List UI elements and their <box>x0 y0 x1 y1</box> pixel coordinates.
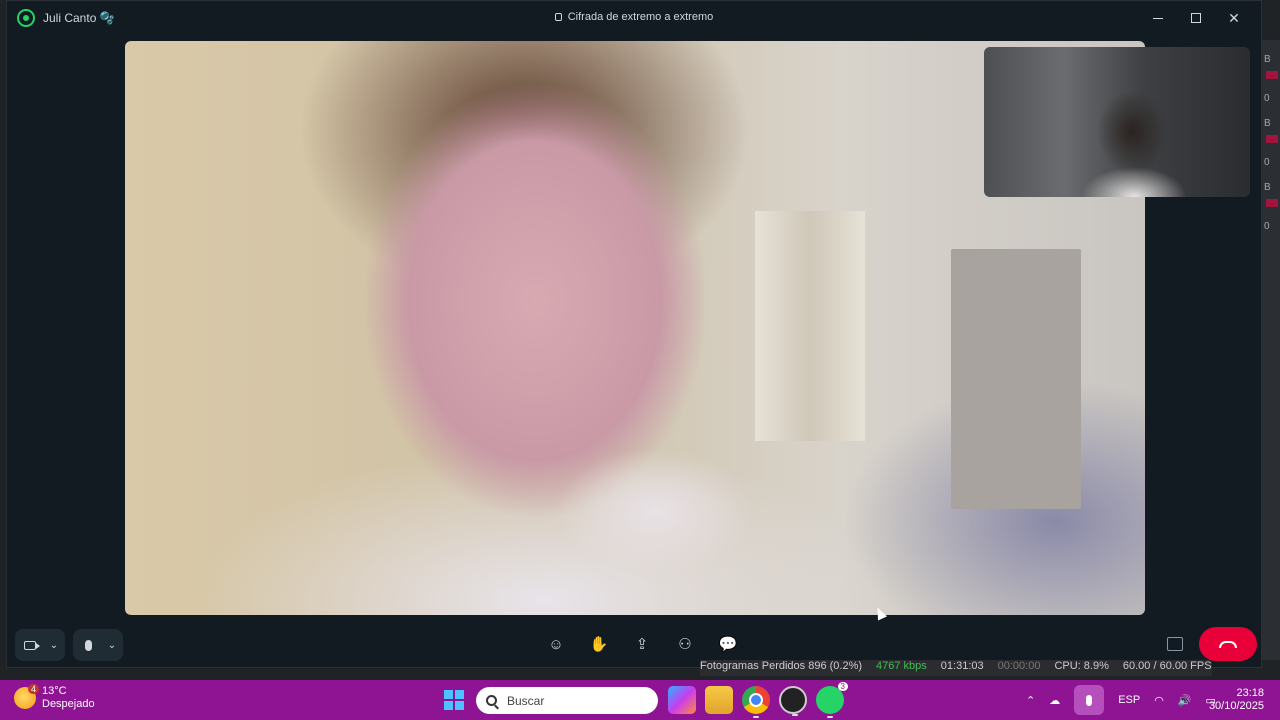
weather-badge: 4 <box>28 684 40 694</box>
chevron-down-icon: ⌄ <box>107 639 117 651</box>
dropped-frames: Fotogramas Perdidos 896 (0.2%) <box>700 660 863 672</box>
onedrive-icon[interactable]: ☁ <box>1049 694 1060 707</box>
background-app-edge: B 0 B 0 B 0 <box>1260 40 1280 660</box>
copilot-app-icon[interactable] <box>668 686 696 714</box>
title-bar: Juli Canto 🫧 Cifrada de extremo a extrem… <box>7 1 1261 35</box>
side-marker <box>1266 71 1278 79</box>
camera-group: ⌄ <box>15 629 65 661</box>
chat-button[interactable]: 💬 <box>713 629 743 659</box>
whatsapp-call-window: Juli Canto 🫧 Cifrada de extremo a extrem… <box>6 0 1262 668</box>
whatsapp-badge: 3 <box>837 682 848 691</box>
end-call-button[interactable] <box>1199 627 1257 661</box>
add-participant-button[interactable]: ⚇ <box>670 629 700 659</box>
time: 23:18 <box>1236 687 1264 699</box>
close-button[interactable]: ✕ <box>1215 5 1253 31</box>
windows-logo-tile <box>455 701 464 710</box>
raise-hand-button[interactable]: ✋ <box>584 629 614 659</box>
close-icon: ✕ <box>1228 9 1240 26</box>
window-controls: ✕ <box>1139 5 1253 31</box>
microphone-group: ⌄ <box>73 629 123 661</box>
emoji-icon: ☺ <box>548 635 564 653</box>
temperature: 13°C <box>42 685 67 697</box>
taskbar-search[interactable]: Buscar <box>476 687 658 714</box>
file-explorer-icon[interactable] <box>705 686 733 714</box>
obs-status-bar: Fotogramas Perdidos 896 (0.2%) 4767 kbps… <box>700 660 1212 676</box>
weather-text: 13°C Despejado <box>42 685 95 711</box>
microphone-toggle-button[interactable] <box>73 630 103 660</box>
camera-icon <box>24 640 40 650</box>
maximize-button[interactable] <box>1177 5 1215 31</box>
system-tray: ⌃ ☁ ESP ◠ 🔊 ▭ <box>1026 680 1216 720</box>
windows-logo-tile <box>444 701 453 710</box>
pinned-apps: 3 <box>668 682 848 718</box>
side-label: B <box>1264 118 1271 129</box>
chat-icon: 💬 <box>718 636 738 653</box>
camera-toggle-button[interactable] <box>15 630 45 660</box>
stream-time: 01:31:03 <box>940 660 984 672</box>
windows-logo-icon <box>444 690 453 699</box>
chrome-icon[interactable] <box>742 686 770 718</box>
side-label: 0 <box>1264 157 1270 168</box>
side-label: B <box>1264 182 1271 193</box>
side-label: B <box>1264 54 1271 65</box>
hang-up-icon <box>1219 640 1237 648</box>
cpu-usage: CPU: 8.9% <box>1054 660 1109 672</box>
chevron-up-icon[interactable]: ⌃ <box>1026 694 1035 707</box>
share-screen-button[interactable]: ⇪ <box>627 629 657 659</box>
add-person-icon: ⚇ <box>678 636 692 653</box>
fps-readout: 60.00 / 60.00 FPS <box>1122 660 1212 672</box>
running-indicator <box>753 716 759 718</box>
windows-logo-tile <box>455 690 464 699</box>
side-label: 0 <box>1264 221 1270 232</box>
taskbar: 4 13°C Despejado Buscar 3 ⌃ ☁ ESP ◠ 🔊 ▭ … <box>0 680 1280 720</box>
camera-options-button[interactable]: ⌄ <box>45 630 63 660</box>
microphone-in-use-icon[interactable] <box>1074 685 1105 715</box>
whatsapp-taskbar-icon[interactable]: 3 <box>816 682 848 718</box>
layout-toggle-button[interactable] <box>1167 637 1183 651</box>
date: 30/10/2025 <box>1208 700 1264 712</box>
language-indicator[interactable]: ESP <box>1118 694 1140 706</box>
side-marker <box>1266 199 1278 207</box>
lock-icon <box>554 13 562 21</box>
bitrate: 4767 kbps <box>876 660 927 672</box>
microphone-options-button[interactable]: ⌄ <box>103 630 121 660</box>
obs-app-icon[interactable] <box>779 686 807 716</box>
side-label: 0 <box>1264 93 1270 104</box>
encryption-label: Cifrada de extremo a extremo <box>567 11 714 23</box>
weather-condition: Despejado <box>42 698 95 710</box>
mic-glyph <box>1086 694 1093 706</box>
minimize-icon <box>1153 17 1163 19</box>
encryption-status: Cifrada de extremo a extremo <box>7 11 1261 23</box>
running-indicator <box>827 716 833 718</box>
weather-widget[interactable]: 4 13°C Despejado <box>14 684 95 711</box>
maximize-icon <box>1191 13 1201 23</box>
emoji-reaction-button[interactable]: ☺ <box>541 629 571 659</box>
raise-hand-icon: ✋ <box>589 636 609 653</box>
volume-icon[interactable]: 🔊 <box>1178 694 1192 707</box>
share-screen-icon: ⇪ <box>635 636 649 653</box>
call-actions: ☺ ✋ ⇪ ⚇ 💬 <box>541 629 743 659</box>
start-button[interactable] <box>444 690 464 710</box>
side-marker <box>1266 135 1278 143</box>
background-door <box>951 249 1081 509</box>
microphone-icon <box>84 639 92 651</box>
running-indicator <box>792 714 798 716</box>
wifi-icon[interactable]: ◠ <box>1154 694 1164 707</box>
chevron-down-icon: ⌄ <box>49 639 59 651</box>
search-placeholder: Buscar <box>507 693 545 708</box>
background-curtain <box>755 211 865 441</box>
record-time: 00:00:00 <box>997 660 1041 672</box>
self-video-preview[interactable] <box>984 47 1250 197</box>
search-icon <box>486 695 497 706</box>
minimize-button[interactable] <box>1139 5 1177 31</box>
clock[interactable]: 23:18 30/10/2025 <box>1209 687 1264 713</box>
